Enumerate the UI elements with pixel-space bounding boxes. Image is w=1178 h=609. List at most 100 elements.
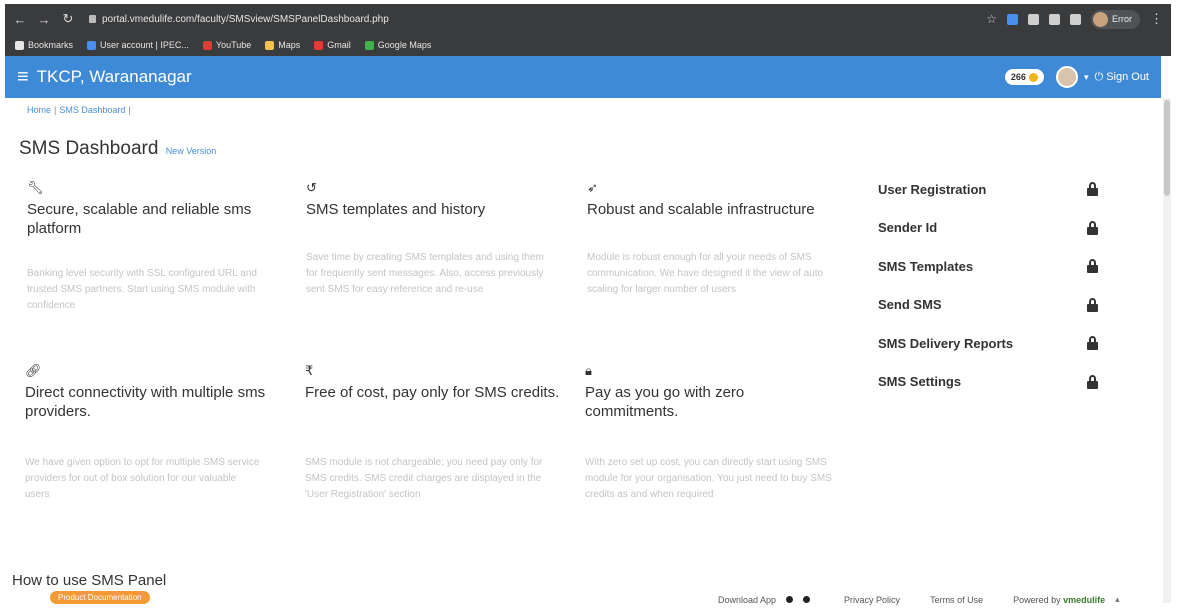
bookmark-item[interactable]: YouTube [202, 40, 252, 50]
history-icon: ↺ [306, 180, 317, 195]
reload-icon[interactable]: ↻ [61, 11, 75, 27]
new-version-link[interactable]: New Version [166, 146, 217, 156]
bookmark-item[interactable]: User account | IPEC... [87, 40, 189, 50]
feature-heading: Secure, scalable and reliable sms platfo… [27, 201, 252, 237]
scrollbar-thumb[interactable] [1164, 100, 1170, 196]
sms-credits-count: 266 [1010, 72, 1026, 82]
side-menu-item-send-sms[interactable]: Send SMS [878, 286, 1098, 325]
privacy-policy-link[interactable]: Privacy Policy [844, 595, 900, 605]
download-app-link[interactable]: Download App [718, 595, 776, 605]
how-to-heading: How to use SMS Panel [12, 572, 167, 589]
lock-icon [1087, 374, 1098, 389]
page-title-text: SMS Dashboard [19, 138, 159, 159]
breadcrumb-separator: | [128, 105, 131, 115]
chevron-down-icon[interactable]: ▴ [1115, 594, 1120, 605]
lock-icon [1087, 297, 1098, 312]
side-menu-item-sms-templates[interactable]: SMS Templates [878, 247, 1098, 286]
side-menu-item-user-registration[interactable]: User Registration [878, 170, 1098, 209]
feature-description: Save time by creating SMS templates and … [306, 252, 544, 295]
feature-card: ➶ Robust and scalable infrastructure Mod… [587, 180, 842, 295]
breadcrumb: Home | SMS Dashboard | [27, 105, 134, 115]
bookmark-label: Bookmarks [28, 40, 74, 50]
star-icon [15, 40, 24, 50]
browser-profile-button[interactable]: Error [1091, 9, 1140, 29]
side-menu-label: SMS Delivery Reports [878, 335, 1014, 351]
feature-card: 🔗︎ Direct connectivity with multiple sms… [25, 363, 280, 500]
forward-icon[interactable]: → [37, 12, 51, 27]
bookmark-label: YouTube [215, 40, 252, 50]
bookmark-label: Gmail [327, 40, 351, 50]
back-icon[interactable]: ← [13, 12, 27, 27]
bookmark-label: Maps [278, 40, 301, 50]
terms-of-use-link[interactable]: Terms of Use [930, 595, 983, 605]
bookmarks-folder[interactable]: Bookmarks [15, 40, 73, 50]
feature-description: Banking level security with SSL configur… [27, 268, 257, 311]
bookmark-label: Google Maps [377, 40, 432, 50]
sign-out-label: Sign Out [1106, 71, 1149, 83]
extension-icon[interactable] [1028, 13, 1039, 25]
app-header: ≡ TKCP, Warananagar 266 ▾ ⏻ Sign Out [5, 56, 1161, 98]
footer: Download App Privacy Policy Terms of Use… [718, 594, 1120, 605]
app-store-icon[interactable] [786, 596, 794, 603]
power-icon: ⏻ [1094, 70, 1104, 83]
product-documentation-badge[interactable]: Product Documentation [50, 591, 150, 604]
browser-menu-icon[interactable]: ⋮ [1150, 11, 1163, 27]
side-menu-item-sender-id[interactable]: Sender Id [878, 209, 1098, 248]
side-menu-item-sms-settings[interactable]: SMS Settings [878, 363, 1098, 402]
sms-credits-badge[interactable]: 266 [1004, 69, 1044, 85]
breadcrumb-current[interactable]: SMS Dashboard [59, 105, 125, 115]
play-store-icon[interactable] [803, 596, 811, 603]
sign-out-button[interactable]: ⏻ Sign Out [1094, 71, 1149, 84]
bookmark-item[interactable]: Maps [265, 40, 300, 50]
side-menu-label: Send SMS [878, 297, 942, 313]
coin-icon [1028, 72, 1038, 82]
feature-card: ↺ SMS templates and history Save time by… [306, 180, 561, 295]
browser-toolbar: ← → ↻ portal.vmedulife.com/faculty/SMSvi… [5, 4, 1171, 34]
breadcrumb-home[interactable]: Home [27, 105, 51, 115]
lock-icon [1087, 259, 1098, 274]
bookmark-item[interactable]: Google Maps [364, 40, 432, 50]
bookmark-favicon-icon [87, 40, 97, 50]
bookmark-favicon-icon [314, 40, 324, 50]
side-menu-label: Sender Id [878, 220, 938, 236]
side-menu-label: SMS Settings [878, 374, 962, 390]
feature-heading: Free of cost, pay only for SMS credits. [305, 384, 560, 401]
feature-description: SMS module is not chargeable; you need p… [305, 457, 543, 500]
feature-heading: Robust and scalable infrastructure [587, 201, 815, 218]
app-title: TKCP, Warananagar [36, 67, 192, 86]
powered-by-label: Powered by vmedulife [1013, 594, 1106, 605]
secure-lock-icon [89, 15, 96, 23]
page-title: SMS Dashboard New Version [19, 138, 216, 160]
lock-icon [1087, 182, 1098, 197]
tab-layout-icon[interactable] [1070, 13, 1081, 25]
bookmark-favicon-icon [364, 40, 374, 50]
feature-card: ₹ Free of cost, pay only for SMS credits… [305, 363, 560, 500]
feature-card: 🔧︎ Secure, scalable and reliable sms pla… [27, 180, 282, 311]
address-bar[interactable]: portal.vmedulife.com/faculty/SMSview/SMS… [85, 9, 955, 29]
side-menu-label: SMS Templates [878, 258, 974, 274]
user-avatar[interactable] [1055, 66, 1078, 88]
bookmark-star-icon[interactable]: ☆ [986, 12, 997, 26]
feature-description: Module is robust enough for all your nee… [587, 252, 824, 295]
wrench-icon: 🔧︎ [27, 180, 44, 195]
link-icon: 🔗︎ [25, 363, 42, 378]
lock-icon [1087, 336, 1098, 351]
bookmark-favicon-icon [265, 40, 275, 50]
feature-card: 🔒︎ Pay as you go with zero commitments. … [585, 363, 840, 500]
feature-heading: Direct connectivity with multiple sms pr… [25, 384, 266, 420]
side-menu-label: User Registration [878, 181, 987, 197]
side-menu-item-sms-delivery-reports[interactable]: SMS Delivery Reports [878, 324, 1098, 363]
chevron-down-icon[interactable]: ▾ [1084, 72, 1089, 83]
page-scrollbar[interactable] [1163, 98, 1171, 603]
bookmark-label: User account | IPEC... [100, 40, 189, 50]
profile-avatar [1093, 11, 1108, 27]
bookmarks-bar: Bookmarks User account | IPEC... YouTube Ma… [5, 34, 1171, 56]
bookmark-item[interactable]: Gmail [314, 40, 351, 50]
lock-icon [1087, 220, 1098, 235]
lock-icon: 🔒︎ [585, 363, 592, 378]
hamburger-menu-icon[interactable]: ≡ [17, 67, 29, 87]
feature-heading: SMS templates and history [306, 201, 486, 218]
vmedulife-brand[interactable]: vmedulife [1063, 595, 1105, 605]
extension-icon[interactable] [1007, 13, 1018, 25]
extensions-puzzle-icon[interactable] [1049, 13, 1060, 25]
